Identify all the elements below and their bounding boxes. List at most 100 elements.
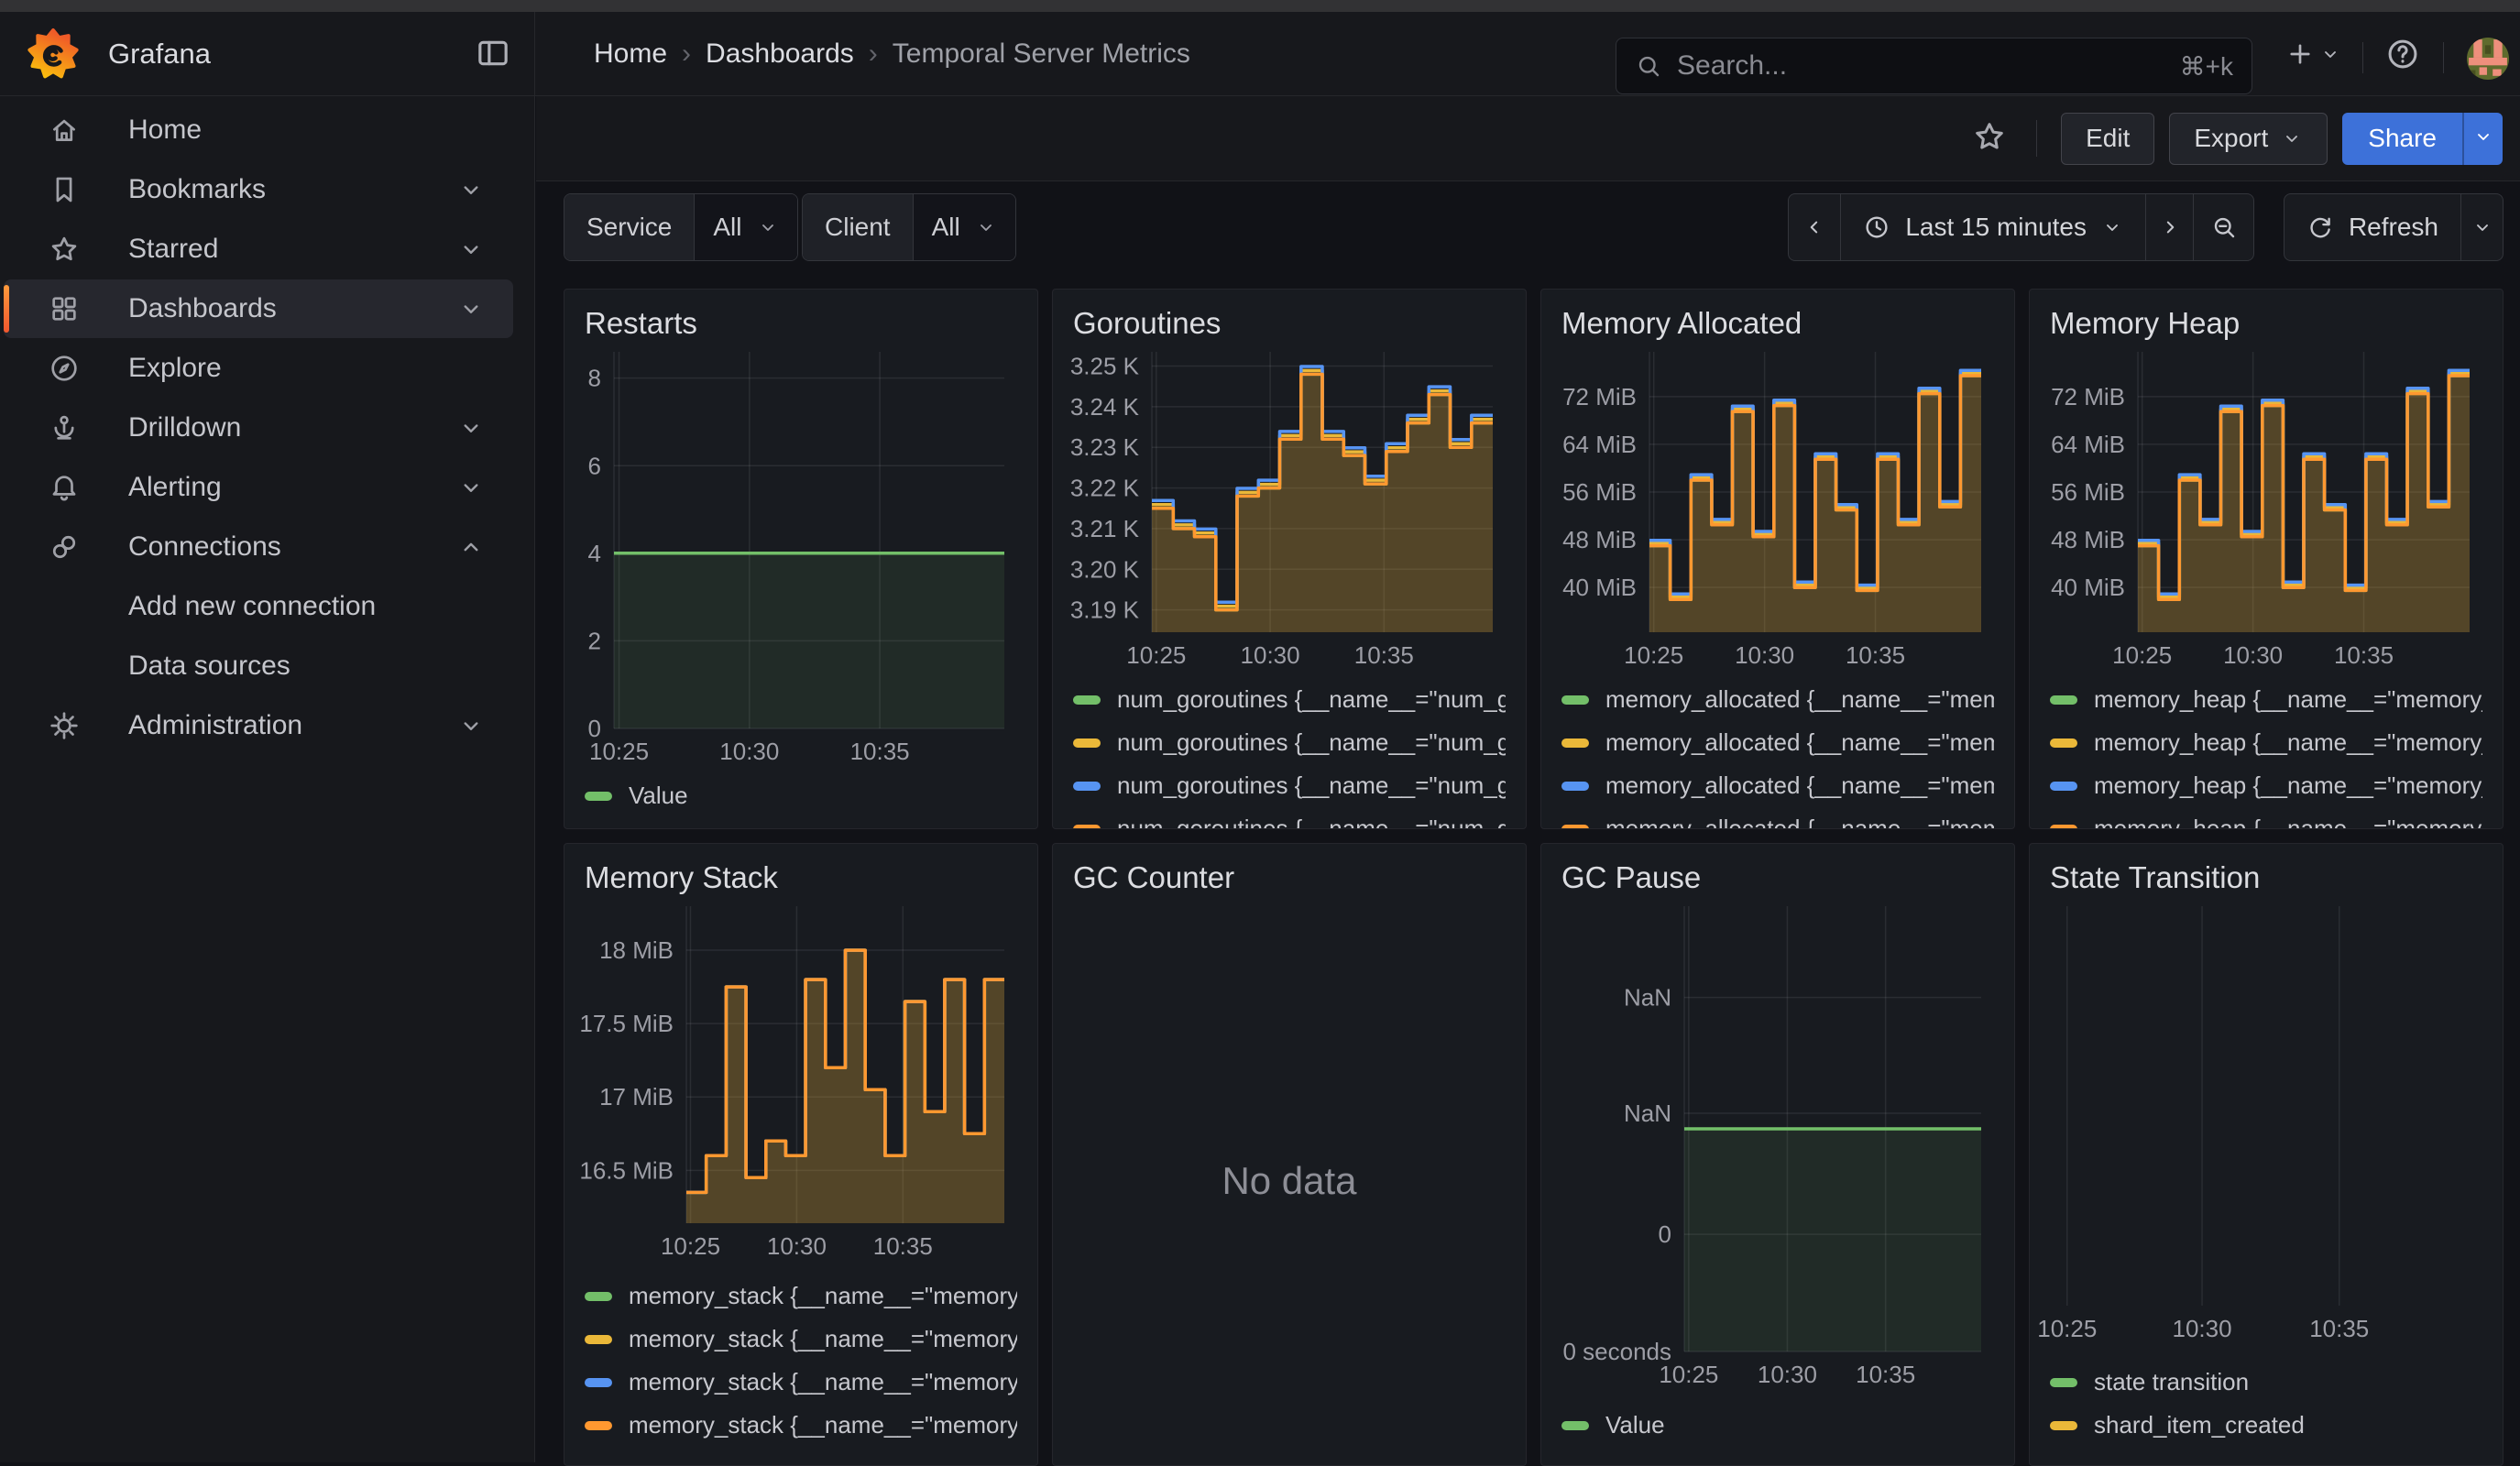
panel-legend: memory_stack {__name__="memory_smemory_s… xyxy=(564,1269,1037,1465)
legend-item[interactable]: num_goroutines {__name__="num_go xyxy=(1073,764,1506,807)
chart-area[interactable]: NaNNaN00 seconds10:2510:3010:35 xyxy=(1541,897,2014,1392)
legend-series-marker xyxy=(1561,738,1589,748)
panel-title[interactable]: State Transition xyxy=(2050,860,2482,897)
legend-item[interactable]: memory_heap {__name__="memory_h xyxy=(2050,764,2482,807)
sidebar-item-add-new-connection[interactable]: Add new connection xyxy=(4,577,513,636)
sidebar-toggle-button[interactable] xyxy=(472,34,514,76)
sidebar-item-home[interactable]: Home xyxy=(4,101,513,159)
legend-item[interactable]: memory_stack {__name__="memory_s xyxy=(585,1361,1017,1404)
sidebar-item-data-sources[interactable]: Data sources xyxy=(4,637,513,695)
favorite-star-button[interactable] xyxy=(1967,115,2012,161)
legend-item[interactable]: memory_allocated {__name__="memo xyxy=(1561,807,1994,829)
sidebar-item-label: Bookmarks xyxy=(128,174,266,205)
legend-item[interactable]: memory_allocated {__name__="memo xyxy=(1561,678,1994,721)
panel-title[interactable]: Restarts xyxy=(585,306,1017,343)
panel-title[interactable]: Goroutines xyxy=(1073,306,1506,343)
export-button[interactable]: Export xyxy=(2169,113,2328,165)
svg-text:10:35: 10:35 xyxy=(1846,641,1905,669)
sidebar-item-administration[interactable]: Administration xyxy=(4,696,513,755)
svg-text:64 MiB: 64 MiB xyxy=(2051,431,2125,458)
search-input[interactable] xyxy=(1677,50,2180,82)
filter-value-dropdown[interactable]: All xyxy=(913,194,1015,260)
svg-text:3.23 K: 3.23 K xyxy=(1070,433,1140,461)
time-shift-back-button[interactable] xyxy=(1789,194,1840,260)
chevron-down-icon[interactable] xyxy=(455,292,488,325)
sidebar-item-label: Alerting xyxy=(128,472,222,503)
sidebar-item-drilldown[interactable]: Drilldown xyxy=(4,399,513,457)
sidebar-item-starred[interactable]: Starred xyxy=(4,220,513,279)
legend-item[interactable]: state transition xyxy=(2050,1361,2482,1404)
panel-restarts: Restarts0246810:2510:3010:35 Value xyxy=(564,289,1038,829)
sidebar: Home Bookmarks StarredDashboardsExploreDri… xyxy=(0,96,535,1462)
time-shift-forward-button[interactable] xyxy=(2145,194,2193,260)
add-button[interactable] xyxy=(2278,34,2322,78)
panel-gc-counter: GC CounterNo data xyxy=(1052,843,1527,1466)
share-dropdown-button[interactable] xyxy=(2462,113,2503,165)
legend-item[interactable]: num_goroutines {__name__="num_go xyxy=(1073,678,1506,721)
panel-title[interactable]: Memory Stack xyxy=(585,860,1017,897)
legend-item[interactable]: memory_heap {__name__="memory_h xyxy=(2050,721,2482,764)
legend-item[interactable]: memory_heap {__name__="memory_h xyxy=(2050,678,2482,721)
search-box[interactable]: ⌘+k xyxy=(1616,38,2252,94)
help-button[interactable] xyxy=(2381,34,2425,78)
share-button[interactable]: Share xyxy=(2342,113,2462,165)
avatar[interactable] xyxy=(2467,38,2509,80)
panel-goroutines: Goroutines3.25 K3.24 K3.23 K3.22 K3.21 K… xyxy=(1052,289,1527,829)
chevron-down-icon[interactable] xyxy=(455,233,488,266)
legend-item[interactable]: shard_item_created xyxy=(2050,1404,2482,1447)
legend-series-label: shard_item_created xyxy=(2094,1411,2305,1439)
panel-title[interactable]: GC Pause xyxy=(1561,860,1994,897)
refresh-interval-dropdown[interactable] xyxy=(2460,194,2503,260)
chevron-down-icon xyxy=(2472,126,2494,152)
chart-area[interactable]: 18 MiB17.5 MiB17 MiB16.5 MiB10:2510:3010… xyxy=(564,897,1037,1264)
zoom-out-button[interactable] xyxy=(2193,194,2253,260)
legend-item[interactable]: memory_stack {__name__="memory_s xyxy=(585,1404,1017,1447)
panel-title[interactable]: Memory Allocated xyxy=(1561,306,1994,343)
breadcrumb-item-dashboards[interactable]: Dashboards xyxy=(706,38,854,70)
filter-value-dropdown[interactable]: All xyxy=(694,194,796,260)
panel-title[interactable]: Memory Heap xyxy=(2050,306,2482,343)
legend-item[interactable]: memory_stack {__name__="memory_s xyxy=(585,1318,1017,1361)
panel-legend: Value xyxy=(1541,1398,2014,1465)
svg-text:72 MiB: 72 MiB xyxy=(2051,383,2125,410)
legend-item[interactable]: Value xyxy=(1561,1404,1994,1447)
legend-series-label: Value xyxy=(1605,1411,1665,1439)
chevron-up-icon[interactable] xyxy=(455,531,488,563)
svg-text:10:35: 10:35 xyxy=(873,1232,933,1260)
chevron-down-icon xyxy=(2281,127,2303,149)
chevron-down-icon[interactable] xyxy=(455,709,488,742)
panel-title[interactable]: GC Counter xyxy=(1073,860,1506,897)
legend-series-marker xyxy=(1561,825,1589,830)
sidebar-item-alerting[interactable]: Alerting xyxy=(4,458,513,517)
chart-area[interactable]: 72 MiB64 MiB56 MiB48 MiB40 MiB10:2510:30… xyxy=(2030,343,2503,673)
breadcrumb-item-home[interactable]: Home xyxy=(594,38,667,70)
chart-area[interactable]: 3.25 K3.24 K3.23 K3.22 K3.21 K3.20 K3.19… xyxy=(1053,343,1526,673)
add-dropdown-button[interactable] xyxy=(2317,34,2344,78)
svg-text:56 MiB: 56 MiB xyxy=(2051,478,2125,506)
legend-item[interactable]: memory_allocated {__name__="memo xyxy=(1561,764,1994,807)
sidebar-item-explore[interactable]: Explore xyxy=(4,339,513,398)
chart-area[interactable]: 10:2510:3010:35 xyxy=(2030,897,2503,1346)
chart-area[interactable]: 72 MiB64 MiB56 MiB48 MiB40 MiB10:2510:30… xyxy=(1541,343,2014,673)
svg-text:3.25 K: 3.25 K xyxy=(1070,353,1140,380)
sidebar-item-dashboards[interactable]: Dashboards xyxy=(4,279,513,338)
legend-item[interactable]: memory_heap {__name__="memory_h xyxy=(2050,807,2482,829)
edit-button[interactable]: Edit xyxy=(2061,113,2154,165)
chevron-down-icon[interactable] xyxy=(455,411,488,444)
sidebar-item-bookmarks[interactable]: Bookmarks xyxy=(4,160,513,219)
time-range-picker[interactable]: Last 15 minutes xyxy=(1840,194,2145,260)
sidebar-item-connections[interactable]: Connections xyxy=(4,518,513,576)
chevron-down-icon[interactable] xyxy=(455,173,488,206)
legend-item[interactable]: num_goroutines {__name__="num_go xyxy=(1073,721,1506,764)
legend-item[interactable]: Value xyxy=(585,774,1017,817)
chart-area[interactable]: 0246810:2510:3010:35 xyxy=(564,343,1037,769)
refresh-button[interactable]: Refresh xyxy=(2284,194,2460,260)
drilldown-icon xyxy=(44,408,84,448)
chevron-down-icon[interactable] xyxy=(455,471,488,504)
star-icon xyxy=(1972,119,2007,159)
legend-series-marker xyxy=(585,1421,612,1430)
panel-memory-allocated: Memory Allocated72 MiB64 MiB56 MiB48 MiB… xyxy=(1540,289,2015,829)
legend-item[interactable]: num_goroutines {__name__="num_go xyxy=(1073,807,1506,829)
legend-item[interactable]: memory_allocated {__name__="memo xyxy=(1561,721,1994,764)
legend-item[interactable]: memory_stack {__name__="memory_s xyxy=(585,1275,1017,1318)
